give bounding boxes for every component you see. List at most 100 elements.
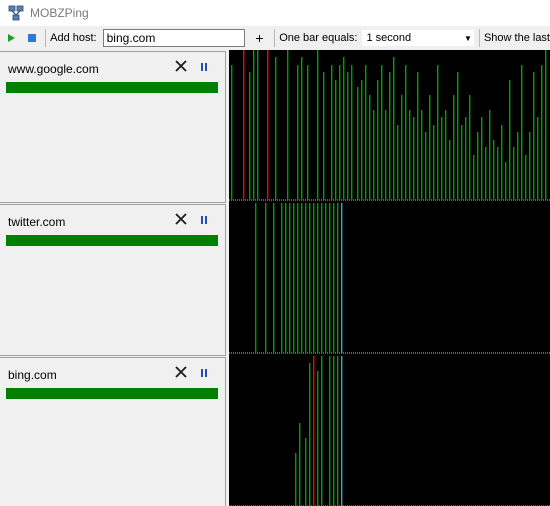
ping-bar	[231, 65, 233, 200]
add-host-label: Add host:	[50, 32, 97, 44]
pause-icon[interactable]	[199, 215, 209, 225]
ping-bar	[321, 203, 323, 353]
dropdown-arrow-icon: ▼	[464, 33, 472, 43]
ping-bar	[473, 155, 475, 200]
play-button[interactable]	[2, 28, 20, 48]
close-icon[interactable]	[174, 212, 188, 226]
lost-ping-bar	[267, 50, 269, 200]
ping-bar	[309, 203, 311, 353]
ping-bar	[295, 453, 297, 506]
ping-bar	[525, 155, 527, 200]
ping-bar	[541, 65, 543, 200]
ping-bar	[409, 110, 411, 200]
ping-bar	[417, 72, 419, 200]
ping-bar	[429, 95, 431, 200]
ping-bar	[389, 72, 391, 200]
ping-graph	[229, 50, 550, 506]
ping-bar	[421, 110, 423, 200]
show-last-label: Show the last	[483, 32, 550, 44]
ping-bar	[301, 203, 303, 353]
ping-bar	[537, 117, 539, 200]
ping-graph-svg	[229, 50, 550, 506]
ping-bar	[257, 50, 259, 200]
ping-bar	[509, 80, 511, 200]
ping-bar	[461, 125, 463, 200]
ping-bar	[285, 203, 287, 353]
ping-bar	[425, 132, 427, 200]
ping-bar	[477, 132, 479, 200]
ping-bar	[317, 371, 319, 506]
ping-bar	[337, 356, 339, 506]
ping-bar	[485, 147, 487, 200]
ping-bar	[265, 203, 267, 353]
ping-bar	[331, 65, 333, 200]
host-panel-twitter: twitter.com	[0, 204, 226, 356]
ping-bar	[533, 72, 535, 200]
ping-bar	[545, 50, 547, 200]
play-icon	[7, 34, 15, 42]
ping-bar	[397, 125, 399, 200]
ping-bar	[287, 50, 289, 200]
window-title: MOBZPing	[30, 6, 89, 20]
ping-bar	[313, 203, 315, 353]
host-name: bing.com	[8, 368, 57, 382]
close-icon[interactable]	[174, 59, 188, 73]
ping-bar	[289, 203, 291, 353]
pause-icon[interactable]	[199, 368, 209, 378]
bar-interval-label: One bar equals:	[279, 32, 358, 44]
ping-bar	[249, 72, 251, 200]
ping-bar	[489, 110, 491, 200]
stop-button[interactable]	[24, 28, 42, 48]
ping-bar	[341, 203, 343, 353]
ping-bar	[281, 203, 283, 353]
ping-bar	[465, 117, 467, 200]
ping-bar	[481, 117, 483, 200]
ping-bar	[305, 203, 307, 353]
ping-bar	[513, 147, 515, 200]
ping-bar	[255, 203, 257, 353]
ping-bar	[401, 95, 403, 200]
add-host-button[interactable]: +	[251, 30, 269, 46]
toolbar-separator	[478, 29, 480, 47]
host-panel-bing: bing.com	[0, 357, 226, 506]
ping-bar	[457, 72, 459, 200]
ping-bar	[529, 132, 531, 200]
add-host-input[interactable]	[102, 29, 245, 47]
title-bar: MOBZPing	[0, 0, 550, 26]
ping-bar	[449, 140, 451, 200]
ping-bar	[493, 140, 495, 200]
toolbar-separator	[274, 29, 276, 47]
stop-icon	[28, 34, 37, 42]
ping-bar	[309, 363, 311, 506]
ping-bar	[501, 125, 503, 200]
close-icon[interactable]	[174, 365, 188, 379]
ping-bar	[433, 125, 435, 200]
ping-bar	[339, 65, 341, 200]
ping-bar	[301, 57, 303, 200]
ping-bar	[469, 95, 471, 200]
ping-bar	[351, 65, 353, 200]
ping-bar	[521, 65, 523, 200]
ping-bar	[357, 87, 359, 200]
ping-bar	[437, 65, 439, 200]
ping-bar	[333, 356, 335, 506]
pause-icon[interactable]	[199, 62, 209, 72]
ping-bar	[497, 147, 499, 200]
status-bar	[6, 388, 218, 399]
bar-interval-select[interactable]: 1 second ▼	[361, 29, 475, 47]
ping-bar	[505, 162, 507, 200]
ping-bar	[329, 356, 331, 506]
ping-bar	[393, 57, 395, 200]
ping-bar	[299, 423, 301, 506]
ping-bar	[293, 203, 295, 353]
ping-bar	[517, 132, 519, 200]
ping-bar	[373, 110, 375, 200]
ping-bar	[381, 65, 383, 200]
ping-bar	[297, 203, 299, 353]
host-name: www.google.com	[8, 62, 99, 76]
host-panel-google: www.google.com	[0, 51, 226, 203]
ping-bar	[317, 50, 319, 200]
host-name: twitter.com	[8, 215, 66, 229]
ping-bar	[323, 72, 325, 200]
ping-bar	[325, 203, 327, 353]
